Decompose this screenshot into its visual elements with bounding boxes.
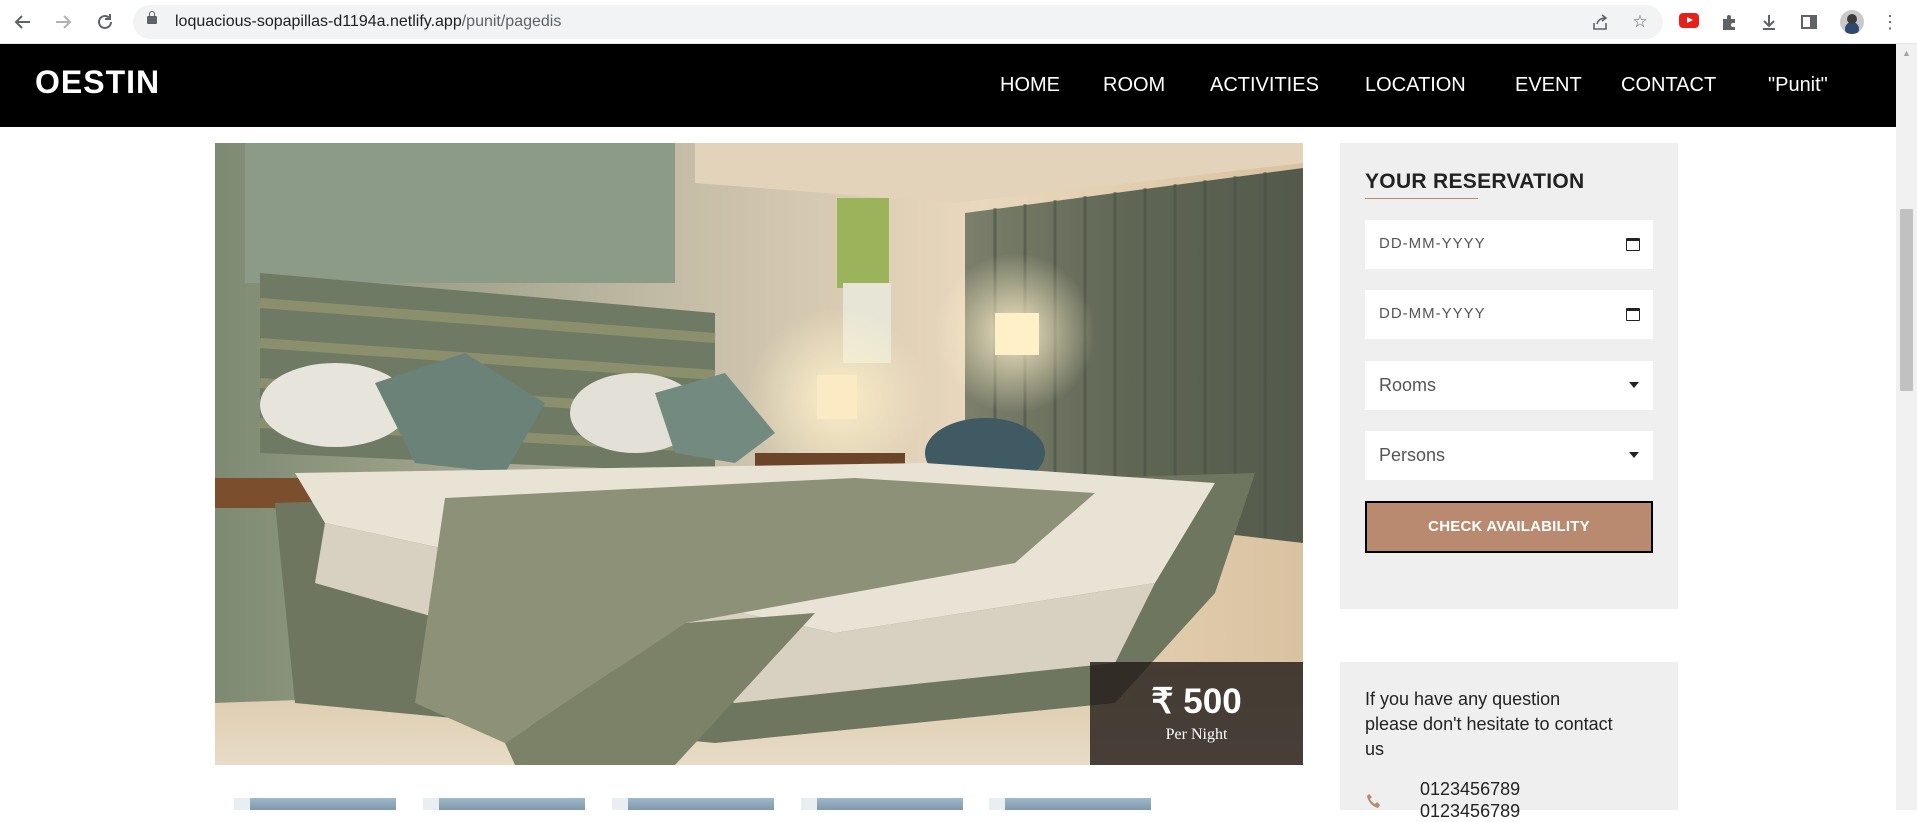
room-thumbnail[interactable] <box>423 798 585 810</box>
price-unit: Per Night <box>1165 726 1228 743</box>
contact-phone[interactable]: 0123456789 <box>1420 779 1520 800</box>
nav-event[interactable]: EVENT <box>1515 74 1582 97</box>
nav-user-punit[interactable]: "Punit" <box>1768 74 1828 97</box>
page-scrollbar-track[interactable] <box>1896 44 1917 810</box>
room-thumbnail[interactable] <box>612 798 774 810</box>
site-header: OESTIN HOME ROOM ACTIVITIES LOCATION EVE… <box>0 44 1896 127</box>
check-availability-button[interactable]: CHECK AVAILABILITY <box>1365 501 1653 553</box>
checkout-date-input[interactable]: DD-MM-YYYY <box>1365 290 1653 339</box>
phone-icon <box>1365 792 1383 810</box>
room-thumbnail[interactable] <box>989 798 1151 810</box>
address-bar[interactable]: loquacious-sopapillas-d1194a.netlify.app… <box>133 5 1663 39</box>
chevron-down-icon <box>1629 452 1639 458</box>
scroll-up-arrow-icon[interactable]: ▲ <box>1900 48 1913 58</box>
persons-select-value: Persons <box>1379 445 1446 465</box>
site-logo[interactable]: OESTIN <box>35 64 160 101</box>
url-text: loquacious-sopapillas-d1194a.netlify.app… <box>175 13 562 30</box>
checkin-date-input[interactable]: DD-MM-YYYY <box>1365 220 1653 269</box>
chevron-down-icon <box>1629 382 1639 388</box>
price-amount: ₹ 500 <box>1151 682 1242 721</box>
contact-phone[interactable]: 0123456789 <box>1420 801 1520 822</box>
contact-panel: If you have any question please don't he… <box>1340 662 1678 821</box>
title-underline <box>1365 198 1478 199</box>
share-icon[interactable] <box>1589 11 1611 33</box>
nav-location[interactable]: LOCATION <box>1365 74 1466 97</box>
back-icon[interactable] <box>9 8 37 36</box>
price-overlay: ₹ 500 Per Night <box>1090 662 1303 765</box>
more-menu-icon[interactable]: ⋮ <box>1878 10 1902 34</box>
checkout-date-placeholder: DD-MM-YYYY <box>1379 305 1486 322</box>
checkin-date-placeholder: DD-MM-YYYY <box>1379 235 1486 252</box>
forward-icon[interactable] <box>49 8 77 36</box>
youtube-extension-icon[interactable] <box>1679 13 1699 28</box>
download-icon[interactable] <box>1757 10 1781 34</box>
room-thumbnail[interactable] <box>234 798 396 810</box>
nav-room[interactable]: ROOM <box>1103 74 1165 97</box>
reservation-title: YOUR RESERVATION <box>1365 170 1585 193</box>
persons-select[interactable]: Persons <box>1365 431 1653 480</box>
nav-home[interactable]: HOME <box>1000 74 1060 97</box>
extensions-puzzle-icon[interactable] <box>1717 10 1741 34</box>
calendar-icon[interactable] <box>1626 308 1640 321</box>
nav-activities[interactable]: ACTIVITIES <box>1210 74 1319 97</box>
rooms-select[interactable]: Rooms <box>1365 361 1653 410</box>
profile-avatar[interactable] <box>1840 10 1864 34</box>
calendar-icon[interactable] <box>1626 238 1640 251</box>
page-scrollbar-thumb[interactable] <box>1900 209 1913 391</box>
rooms-select-value: Rooms <box>1379 375 1437 395</box>
browser-toolbar: loquacious-sopapillas-d1194a.netlify.app… <box>0 0 1917 44</box>
bookmark-star-icon[interactable]: ☆ <box>1629 11 1651 33</box>
nav-contact[interactable]: CONTACT <box>1621 74 1716 97</box>
reload-icon[interactable] <box>91 8 119 36</box>
side-panel-icon[interactable] <box>1797 10 1821 34</box>
contact-message: If you have any question please don't he… <box>1365 689 1613 759</box>
room-thumbnail[interactable] <box>801 798 963 810</box>
reservation-panel: YOUR RESERVATION DD-MM-YYYY DD-MM-YYYY R… <box>1340 143 1678 609</box>
lock-icon <box>147 11 157 24</box>
